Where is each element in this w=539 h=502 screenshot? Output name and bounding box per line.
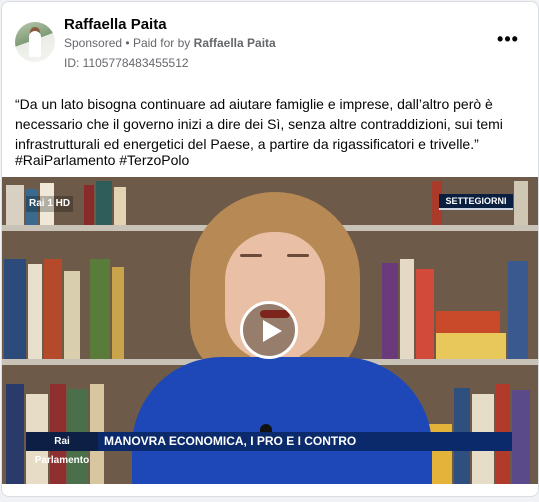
banner-text: MANOVRA ECONOMICA, I PRO E I CONTRO [104, 434, 357, 448]
book [28, 264, 42, 359]
book [84, 185, 94, 225]
news-banner: Rai Parlamento MANOVRA ECONOMICA, I PRO … [26, 432, 512, 466]
book [114, 187, 126, 225]
book [112, 267, 124, 359]
play-button[interactable] [240, 301, 298, 359]
avatar[interactable] [15, 22, 55, 62]
speaker-eye [240, 254, 262, 257]
book [436, 311, 500, 333]
channel-logo: Rai 1 HD [26, 196, 73, 212]
speaker-jacket [132, 357, 432, 484]
sponsored-meta: Sponsored • Paid for by Raffaella Paita [64, 36, 276, 50]
book [4, 259, 26, 359]
paid-for-prefix: Paid for by [132, 36, 191, 50]
book [90, 259, 110, 359]
author-name[interactable]: Raffaella Paita [64, 16, 167, 33]
sponsored-label: Sponsored [64, 36, 123, 50]
meta-separator: • [125, 36, 130, 50]
video-player[interactable]: Rai 1 HD SETTEGIORNI Rai Parlamento MANO… [2, 177, 538, 484]
paid-for-name: Raffaella Paita [193, 36, 276, 50]
book [508, 261, 528, 359]
speaker-eye [287, 254, 309, 257]
ad-id: ID: 1105778483455512 [64, 56, 189, 70]
ad-card: Raffaella Paita Sponsored • Paid for by … [1, 1, 539, 497]
more-options-icon[interactable]: ••• [494, 30, 522, 54]
book [44, 259, 62, 359]
book [514, 181, 528, 225]
banner-logo: Rai Parlamento [26, 432, 98, 466]
book [436, 333, 506, 359]
book [6, 185, 24, 225]
book [96, 181, 112, 225]
book [64, 271, 80, 359]
book [6, 384, 24, 484]
avatar-figure [29, 31, 41, 57]
post-text: “Da un lato bisogna continuare ad aiutar… [15, 96, 503, 152]
post-hashtags[interactable]: #RaiParlamento #TerzoPolo [15, 152, 189, 168]
book [512, 390, 530, 484]
play-icon [263, 320, 282, 342]
program-tag: SETTEGIORNI [439, 194, 513, 210]
